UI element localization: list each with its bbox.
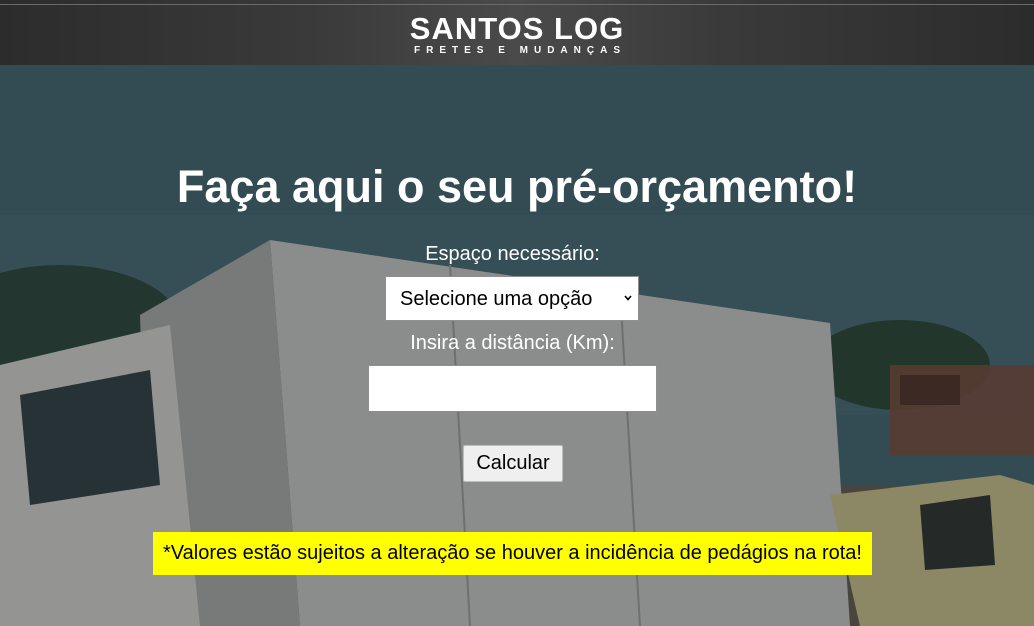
logo-tagline: FRETES E MUDANÇAS bbox=[413, 45, 626, 56]
site-header: SANTOS LOG FRETES E MUDANÇAS bbox=[0, 0, 1034, 65]
space-select-value: Selecione uma opção bbox=[400, 288, 593, 310]
distance-input[interactable] bbox=[368, 365, 657, 412]
calculate-button[interactable]: Calcular bbox=[463, 445, 563, 482]
quote-form: Faça aqui o seu pré-orçamento! Espaço ne… bbox=[0, 65, 1034, 626]
space-label: Espaço necessário: bbox=[425, 243, 600, 265]
header-top-line bbox=[0, 4, 1034, 5]
page-title: Faça aqui o seu pré-orçamento! bbox=[176, 161, 858, 212]
brand-logo[interactable]: SANTOS LOG FRETES E MUDANÇAS bbox=[0, 13, 1034, 57]
chevron-down-icon bbox=[624, 295, 632, 301]
distance-label: Insira a distância (Km): bbox=[410, 332, 615, 354]
space-select[interactable]: Selecione uma opção bbox=[385, 276, 639, 321]
toll-notice: *Valores estão sujeitos a alteração se h… bbox=[153, 532, 872, 575]
logo-main-text: SANTOS LOG bbox=[409, 11, 625, 46]
